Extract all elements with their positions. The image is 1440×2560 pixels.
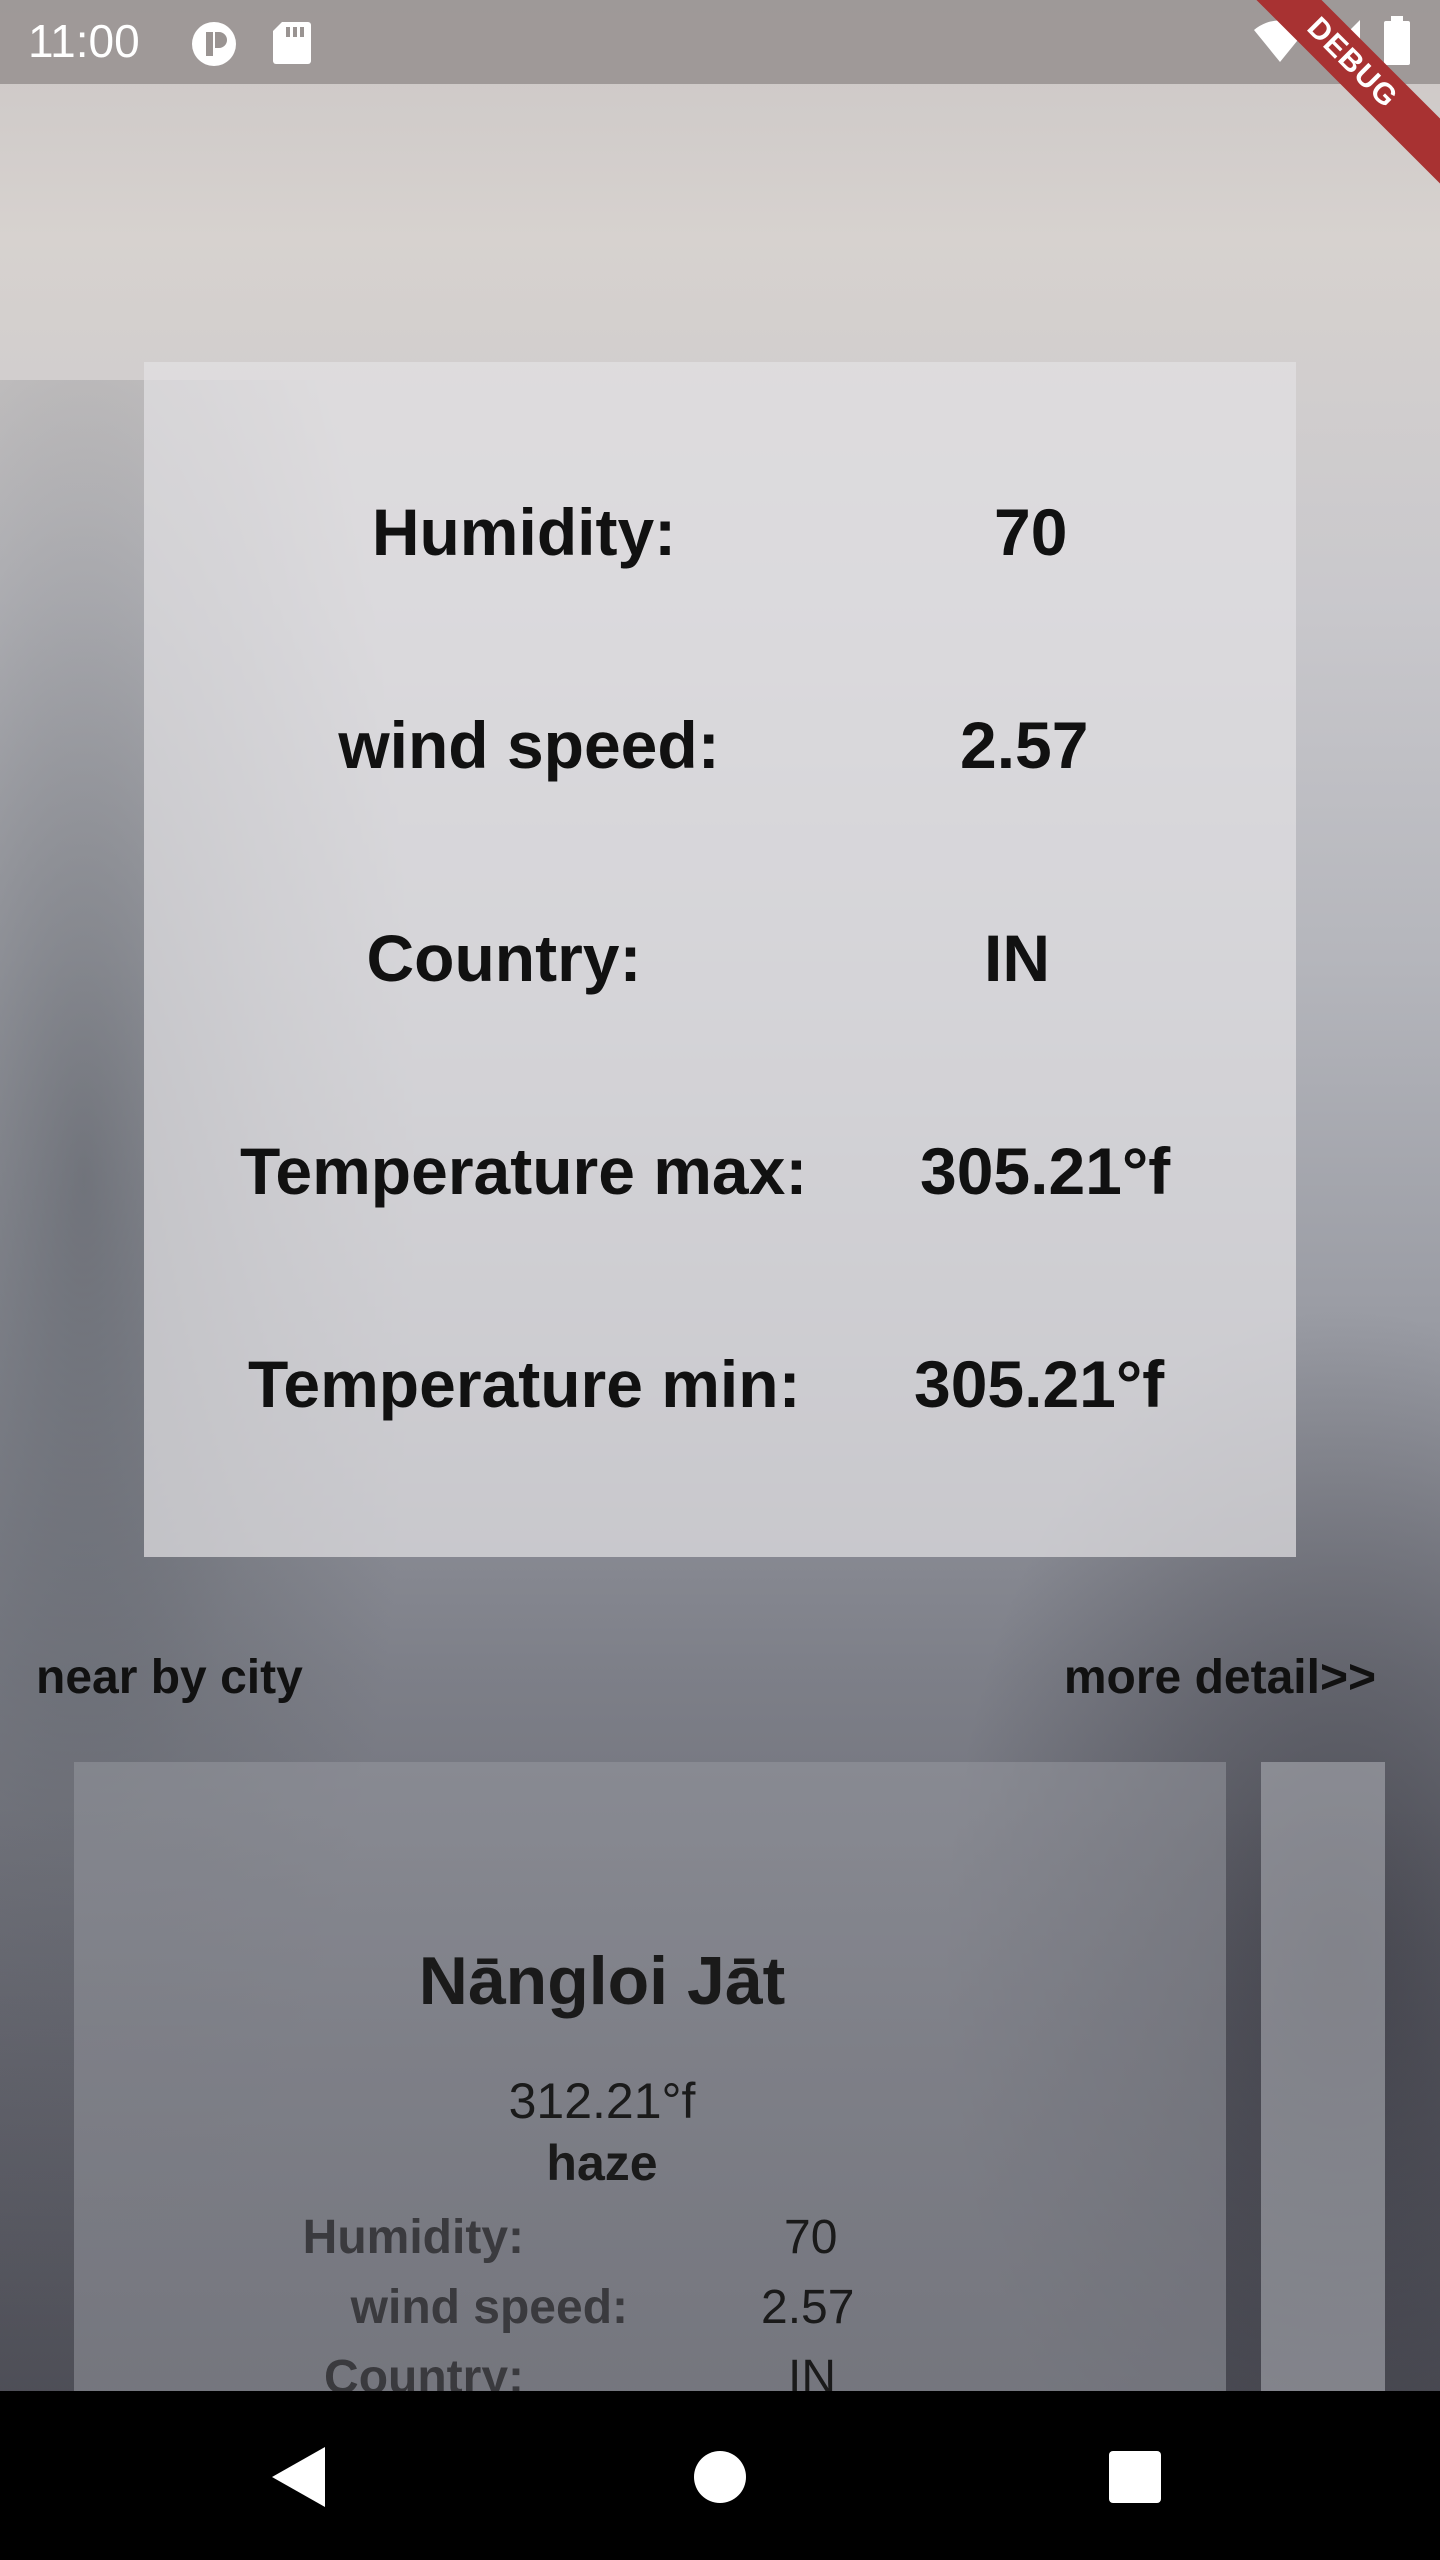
city-temperature: 312.21°f xyxy=(508,2073,696,2129)
detail-row-temperature-min: Temperature min: 305.21°f xyxy=(144,1346,1296,1426)
nearby-city-card[interactable]: Nāngloi Jāt 312.21°f haze Humidity: 70 w… xyxy=(74,1762,1226,2391)
status-time: 11:00 xyxy=(28,15,140,67)
more-detail-link[interactable]: more detail>> xyxy=(1064,1650,1376,1705)
detail-row-temperature-max: Temperature max: 305.21°f xyxy=(144,1133,1296,1213)
detail-value: IN xyxy=(984,921,1050,995)
city-detail-label: Humidity: xyxy=(302,2211,524,2264)
nearby-city-card[interactable] xyxy=(1261,1762,1385,2391)
detail-label: Humidity: xyxy=(371,495,677,569)
home-icon[interactable] xyxy=(670,2427,770,2527)
nearby-section-header: near by city more detail>> xyxy=(0,1642,1440,1712)
detail-value: 2.57 xyxy=(960,708,1089,782)
detail-row-wind-speed: wind speed: 2.57 xyxy=(144,707,1296,787)
detail-value: 305.21°f xyxy=(914,1347,1165,1421)
status-bar: 11:00 xyxy=(0,0,1440,84)
detail-label: Temperature min: xyxy=(248,1347,801,1421)
city-detail-value: IN xyxy=(788,2351,836,2391)
battery-icon xyxy=(1382,16,1412,71)
detail-label: Country: xyxy=(366,921,642,995)
detail-label: wind speed: xyxy=(338,708,720,782)
nearby-city-title: near by city xyxy=(36,1651,303,1704)
weather-details-card: Humidity: 70 wind speed: 2.57 Country: I… xyxy=(144,362,1296,1557)
city-detail-label: Country: xyxy=(324,2351,524,2391)
city-name: Nāngloi Jāt xyxy=(418,1943,786,2019)
back-icon[interactable] xyxy=(250,2427,350,2527)
app-screen: 11:00 DEBUG Humidity: 70 wind speed: 2.5… xyxy=(0,0,1440,2391)
city-detail-value: 70 xyxy=(784,2211,838,2264)
detail-row-country: Country: IN xyxy=(144,920,1296,1000)
city-detail-value: 2.57 xyxy=(761,2281,855,2334)
detail-row-humidity: Humidity: 70 xyxy=(144,494,1296,574)
city-weather-description: haze xyxy=(546,2135,658,2191)
detail-label: Temperature max: xyxy=(240,1134,808,1208)
city-detail-label: wind speed: xyxy=(350,2281,628,2334)
recents-icon[interactable] xyxy=(1085,2427,1185,2527)
detail-value: 70 xyxy=(994,495,1068,569)
app-notification-icon xyxy=(190,20,238,73)
detail-value: 305.21°f xyxy=(920,1134,1171,1208)
sd-card-icon xyxy=(272,20,312,71)
navigation-bar xyxy=(0,2391,1440,2560)
